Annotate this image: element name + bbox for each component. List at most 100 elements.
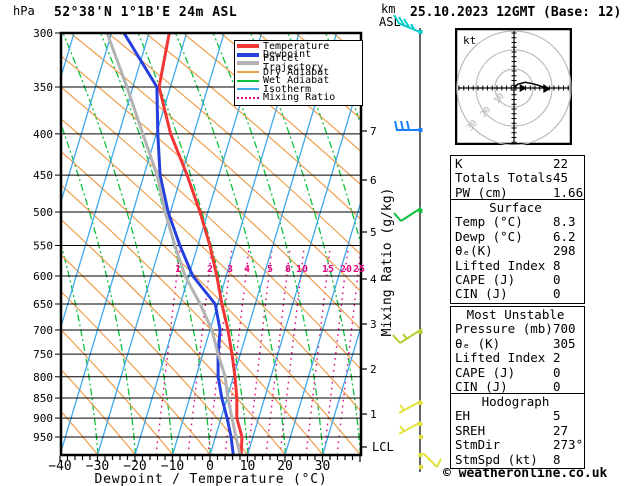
table-row-value: 5 [553, 408, 561, 424]
table-row-value: 2 [553, 350, 561, 366]
hodograph-unit-label: kt [463, 34, 476, 47]
wind-barb-marker [419, 435, 423, 439]
table-row-label: θₑ (K) [455, 335, 501, 351]
pressure-tick-label: 600 [33, 270, 53, 283]
table-row: CAPE (J) 0 [455, 272, 584, 288]
table-row: Temp (°C) 8.3 [455, 214, 584, 230]
table-row: θₑ(K) 298 [455, 243, 584, 259]
stability-indices-table: K 22 Totals Totals 45 PW (cm) 1.66 [450, 155, 585, 203]
table-row-label: Lifted Index [455, 257, 546, 273]
dewpoint-curve [122, 32, 235, 456]
table-row-value: 0 [553, 364, 561, 380]
table-row: Dewp (°C) 6.2 [455, 228, 584, 244]
isotherm-line [61, 33, 188, 454]
table-row: Totals Totals 45 [455, 170, 584, 186]
mixing-ratio-value-label: 2 [207, 264, 213, 275]
table-row: StmDir 273° [455, 437, 584, 453]
wet-adiabat-line [363, 33, 450, 455]
pressure-tick-label: 650 [33, 298, 53, 311]
wind-barb [393, 207, 423, 222]
table-row-value: 298 [553, 243, 576, 259]
table-row: StmSpd (kt) 8 [455, 451, 584, 467]
mixing-ratio-value-label: 4 [244, 264, 250, 275]
pressure-tick-label: 900 [33, 412, 53, 425]
km-tick-label: 1 [370, 408, 377, 421]
table-row: Pressure (mb) 700 [455, 321, 584, 337]
table-row-value: 0 [553, 286, 561, 302]
table-row-label: StmDir [455, 437, 501, 453]
legend-swatch [237, 96, 259, 99]
pressure-tick-label: 350 [33, 81, 53, 94]
legend-swatch [237, 52, 259, 57]
table-row-value: 8 [553, 257, 561, 273]
wind-barb [398, 421, 423, 435]
skewt-chart: 300 350 400 450 500 550 600 650 700 750 800 850 900 9… [0, 14, 450, 486]
isotherm-line [0, 33, 37, 455]
pressure-tick-label: 850 [33, 392, 53, 405]
legend-swatch [237, 88, 259, 91]
table-row-value: 45 [553, 170, 569, 186]
legend-item: Mixing Ratio [235, 92, 362, 104]
mixing-ratio-value-label: 3 [227, 264, 233, 275]
mixing-ratio-value-label: 10 [296, 264, 308, 275]
pressure-tick-label: 450 [33, 169, 53, 182]
pressure-tick-label: 500 [33, 206, 53, 219]
mixing-ratio-value-label: 20 [340, 264, 352, 275]
mixing-ratio-value-label: 8 [285, 264, 291, 275]
table-row-value: 6.2 [553, 228, 576, 244]
legend-swatch [237, 79, 259, 82]
km-tick-label: 7 [370, 125, 377, 138]
legend-swatch [237, 71, 259, 74]
table-row: K 22 [455, 156, 584, 171]
pressure-tick-label: 800 [33, 371, 53, 384]
mixing-ratio-value-label: 5 [267, 264, 273, 275]
wind-barb [418, 452, 442, 468]
table-row-label: PW (cm) [455, 184, 508, 200]
table-row-label: θₑ(K) [455, 243, 493, 259]
table-row-value: 8 [553, 451, 561, 467]
table-row-value: 305 [553, 335, 576, 351]
table-row-value: 22 [553, 156, 569, 171]
mixing-ratio-value-label: 1 [175, 264, 181, 275]
table-row-label: CIN (J) [455, 286, 508, 302]
wind-barb [392, 328, 423, 344]
table-row-label: Totals Totals [455, 170, 553, 186]
legend-label: Mixing Ratio [263, 92, 336, 104]
table-row-label: Lifted Index [455, 350, 546, 366]
pressure-tick-label: 700 [33, 324, 53, 337]
chart-legend: Temperature Dewpoint Parcel Trajectory Dry … [234, 40, 363, 106]
mixing-ratio-line [155, 247, 181, 455]
legend-swatch [237, 44, 259, 49]
table-row-label: SREH [455, 422, 486, 438]
lcl-label: LCL [372, 440, 394, 454]
table-row-label: Dewp (°C) [455, 228, 523, 244]
pressure-tick-label: 300 [33, 27, 53, 40]
km-tick-label: 5 [370, 226, 377, 239]
sounding-page: hPa 52°38'N 1°1B'E 24m ASL 25.10.2023 12… [0, 0, 629, 486]
surface-table: Surface Temp (°C) 8.3 Dewp (°C) 6.2 θₑ(K) 298 L… [450, 199, 585, 304]
hodograph-stats-table: Hodograph EH 5 SREH 27 StmDir 273° StmSpd (kt) 8 [450, 393, 585, 470]
mixing-ratio-line [187, 247, 213, 455]
table-row: CIN (J) 0 [455, 286, 584, 302]
legend-swatch [237, 61, 259, 66]
mixing-ratio-axis-label: Mixing Ratio (g/kg) [380, 188, 395, 337]
table-row-label: Temp (°C) [455, 214, 523, 230]
dry-adiabat-line [61, 86, 361, 371]
km-tick-label: 6 [370, 174, 377, 187]
table-row-label: K [455, 156, 463, 171]
table-row-value: 0 [553, 272, 561, 288]
table-row-value: 273° [553, 437, 584, 453]
table-title: Most Unstable [466, 307, 565, 322]
temp-tick-label: −40 [48, 459, 71, 474]
pressure-tick-label: 950 [33, 431, 53, 444]
table-row: SREH 27 [455, 422, 584, 438]
table-row-label: CIN (J) [455, 379, 508, 395]
wind-barb [393, 14, 423, 34]
table-row-label: Pressure (mb) [455, 321, 553, 337]
hodograph-chart: 102030kt [455, 28, 572, 145]
table-row: Lifted Index 8 [455, 257, 584, 273]
pressure-tick-label: 750 [33, 348, 53, 361]
table-title: Hodograph [481, 394, 550, 409]
table-row-value: 700 [553, 321, 576, 337]
dry-adiabat-line [61, 368, 136, 455]
